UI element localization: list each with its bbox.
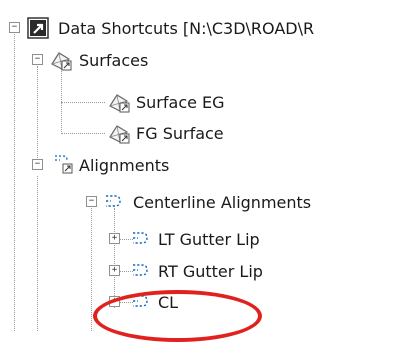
shortcut-arrow-icon bbox=[27, 17, 49, 39]
tree-node-label: LT Gutter Lip bbox=[158, 229, 260, 249]
surface-folder-icon bbox=[51, 52, 72, 71]
collapse-toggle[interactable]: − bbox=[86, 196, 97, 207]
tree-node-lt-gutter-lip[interactable]: + LT Gutter Lip bbox=[0, 223, 401, 255]
tree-node-label: Centerline Alignments bbox=[133, 192, 312, 212]
surface-icon bbox=[109, 94, 130, 113]
tree-node-alignments[interactable]: − Alignments bbox=[0, 149, 401, 181]
alignment-folder-icon bbox=[55, 155, 73, 174]
expand-toggle[interactable]: + bbox=[109, 233, 120, 244]
collapse-toggle[interactable]: − bbox=[32, 54, 43, 65]
tree-node-centerline-alignments[interactable]: − Centerline Alignments bbox=[0, 186, 401, 218]
tree-node-label: RT Gutter Lip bbox=[158, 261, 263, 281]
tree-node-label: Surface EG bbox=[136, 92, 225, 112]
expand-toggle[interactable]: + bbox=[109, 265, 120, 276]
alignment-icon bbox=[133, 264, 148, 276]
tree-node-data-shortcuts[interactable]: − Data Shortcuts [N:\C3D\ROAD\R bbox=[0, 12, 401, 44]
tree-node-fg-surface[interactable]: FG Surface bbox=[0, 117, 401, 149]
collapse-toggle[interactable]: − bbox=[32, 159, 43, 170]
tree-node-label: Data Shortcuts [N:\C3D\ROAD\R bbox=[58, 18, 315, 38]
tree-node-rt-gutter-lip[interactable]: + RT Gutter Lip bbox=[0, 255, 401, 287]
alignment-icon bbox=[133, 232, 148, 244]
tree-node-label: FG Surface bbox=[136, 123, 224, 143]
tree-node-label: Surfaces bbox=[79, 50, 149, 70]
tree-node-surfaces[interactable]: − Surfaces bbox=[0, 44, 401, 76]
collapse-toggle[interactable]: − bbox=[9, 22, 20, 33]
tree-node-label: Alignments bbox=[79, 155, 170, 175]
alignment-icon bbox=[106, 195, 121, 207]
surface-icon bbox=[109, 125, 130, 144]
tree-node-surface-eg[interactable]: Surface EG bbox=[0, 86, 401, 118]
highlight-ellipse bbox=[93, 290, 262, 342]
prospector-tree: − Data Shortcuts [N:\C3D\ROAD\R − Surfac… bbox=[0, 0, 401, 342]
